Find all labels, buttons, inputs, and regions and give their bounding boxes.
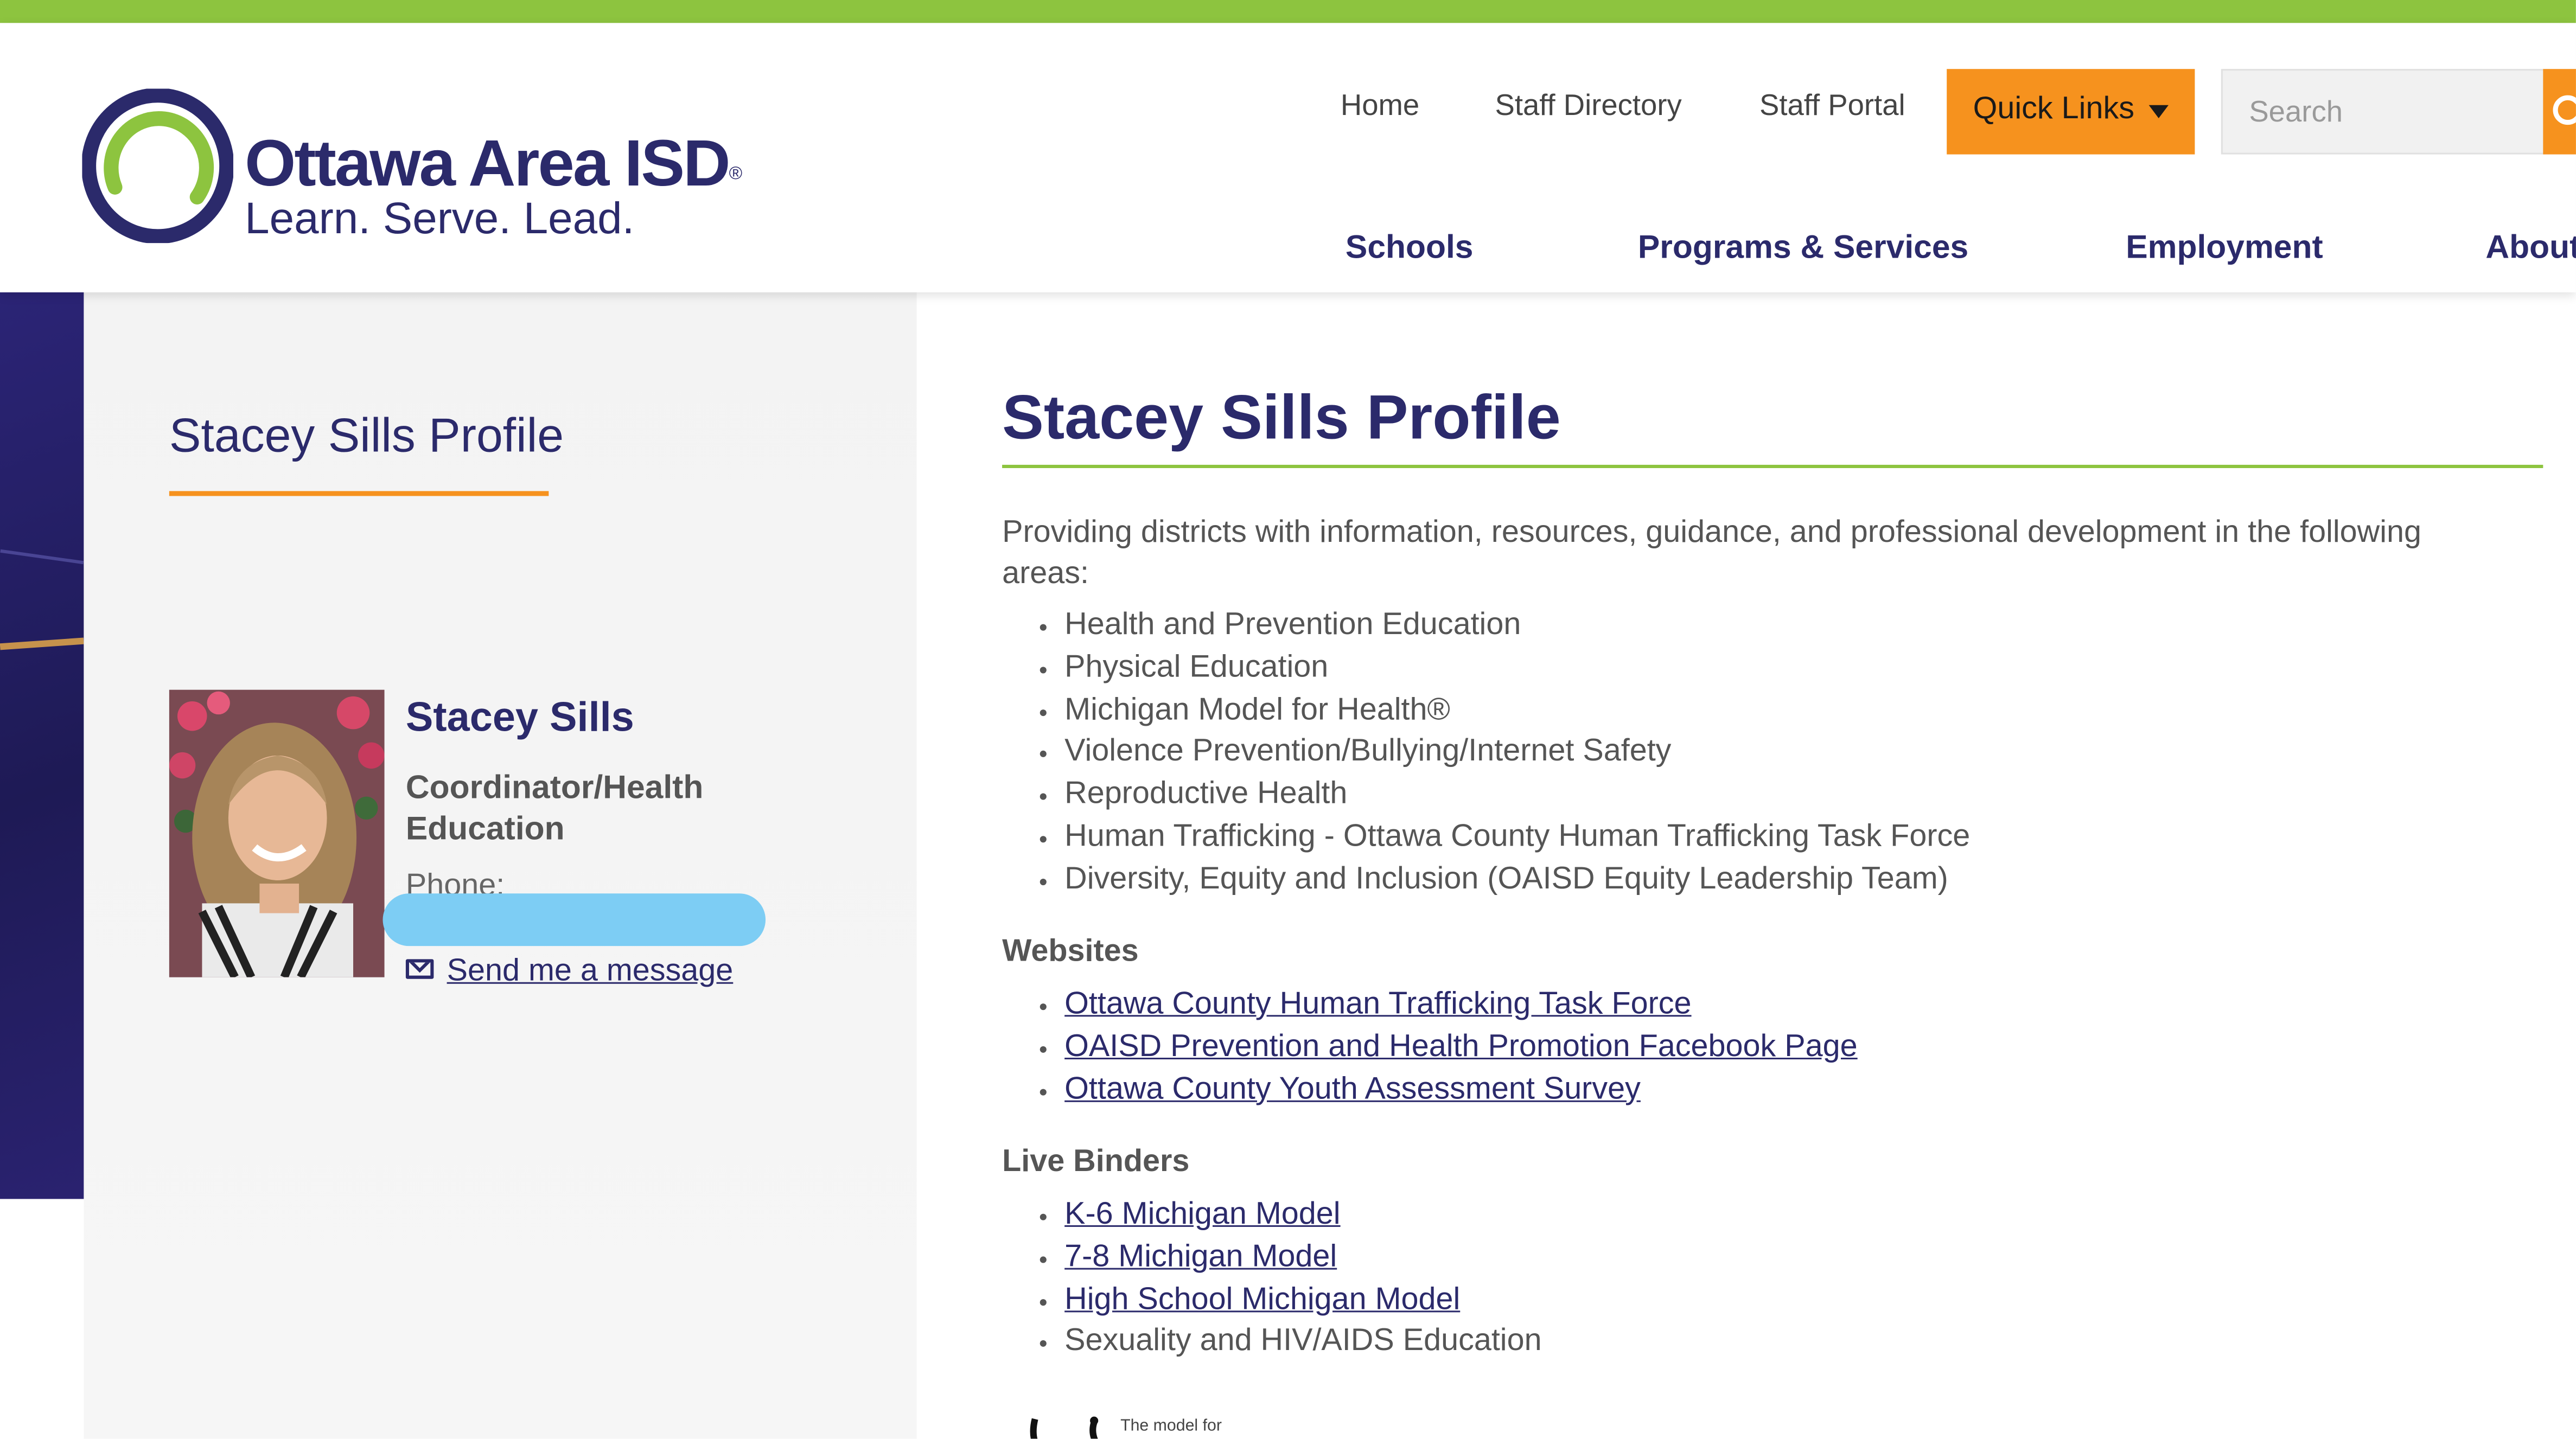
list-item: Health and Prevention Education <box>1064 604 1970 647</box>
focus-areas-list: Health and Prevention Education Physical… <box>1038 604 1970 901</box>
list-item: Human Trafficking - Ottawa County Human … <box>1064 816 1970 859</box>
website-link[interactable]: OAISD Prevention and Health Promotion Fa… <box>1064 1029 1858 1064</box>
nav-link-staff-directory[interactable]: Staff Directory <box>1495 89 1681 124</box>
search-icon <box>2553 95 2576 125</box>
page-title: Stacey Sills Profile <box>1002 384 1561 453</box>
search-input[interactable] <box>2222 71 2545 153</box>
profile-photo <box>169 689 385 977</box>
list-item: Reproductive Health <box>1064 774 1970 816</box>
list-item: Violence Prevention/Bullying/Internet Sa… <box>1064 732 1970 774</box>
list-item: K-6 Michigan Model <box>1064 1194 1541 1236</box>
websites-list: Ottawa County Human Trafficking Task For… <box>1038 984 1858 1111</box>
nav-link-home[interactable]: Home <box>1341 89 1419 124</box>
title-divider <box>1002 464 2543 468</box>
decorative-side-banner <box>0 292 84 1199</box>
logo-swirl-icon <box>82 88 233 244</box>
list-item: High School Michigan Model <box>1064 1279 1541 1321</box>
quick-links-label: Quick Links <box>1973 92 2134 127</box>
profile-name: Stacey Sills <box>405 694 634 741</box>
profile-photo-image <box>169 689 385 977</box>
search-field[interactable] <box>2221 69 2550 155</box>
main-nav-about[interactable]: About <box>2485 230 2576 268</box>
send-message-link[interactable]: Send me a message <box>447 954 734 990</box>
list-item: Michigan Model for Health® <box>1064 689 1970 732</box>
logo-tagline: Learn. Serve. Lead. <box>245 194 635 244</box>
list-item: Ottawa County Human Trafficking Task For… <box>1064 984 1858 1026</box>
website-link[interactable]: Ottawa County Human Trafficking Task For… <box>1064 987 1691 1022</box>
live-binders-heading: Live Binders <box>1002 1144 1190 1180</box>
list-item: OAISD Prevention and Health Promotion Fa… <box>1064 1026 1858 1069</box>
list-item: Ottawa County Youth Assessment Survey <box>1064 1069 1858 1111</box>
list-item: Physical Education <box>1064 647 1970 689</box>
phone-redaction <box>382 893 766 946</box>
intro-paragraph: Providing districts with information, re… <box>1002 515 2421 592</box>
partial-image-caption: The model for <box>1120 1417 1222 1436</box>
binder-link[interactable]: Sexuality and HIV/AIDS Education <box>1064 1325 1541 1359</box>
websites-heading: Websites <box>1002 934 1139 969</box>
website-link[interactable]: Ottawa County Youth Assessment Survey <box>1064 1072 1641 1107</box>
binder-link[interactable]: 7-8 Michigan Model <box>1064 1240 1337 1275</box>
list-item: Sexuality and HIV/AIDS Education <box>1064 1321 1541 1364</box>
main-nav-programs-services[interactable]: Programs & Services <box>1638 230 1968 268</box>
binder-link[interactable]: K-6 Michigan Model <box>1064 1197 1340 1232</box>
main-nav-schools[interactable]: Schools <box>1346 230 1474 268</box>
search-button[interactable] <box>2543 69 2576 155</box>
sidebar-title-underline <box>169 491 549 496</box>
list-item: Diversity, Equity and Inclusion (OAISD E… <box>1064 859 1970 901</box>
profile-job-title: Coordinator/Health Education <box>405 770 704 848</box>
sidebar-title: Stacey Sills Profile <box>169 411 564 463</box>
live-binders-list: K-6 Michigan Model 7-8 Michigan Model Hi… <box>1038 1194 1541 1364</box>
site-logo[interactable]: Ottawa Area ISD® Learn. Serve. Lead. <box>82 88 805 253</box>
nav-link-staff-portal[interactable]: Staff Portal <box>1759 89 1905 124</box>
caret-down-icon <box>2148 105 2169 119</box>
page: Ottawa Area ISD® Learn. Serve. Lead. Hom… <box>0 0 2576 1439</box>
main-nav-employment[interactable]: Employment <box>2126 230 2323 268</box>
site-header: Ottawa Area ISD® Learn. Serve. Lead. Hom… <box>0 23 2576 292</box>
top-accent-bar <box>0 0 2576 23</box>
quick-links-button[interactable]: Quick Links <box>1947 69 2195 155</box>
sidebar: Stacey Sills Profile Stacey Sills Coordi… <box>84 292 917 1439</box>
envelope-icon <box>405 959 434 979</box>
logo-wordmark: Ottawa Area ISD® <box>245 128 742 201</box>
list-item: 7-8 Michigan Model <box>1064 1236 1541 1278</box>
binder-link[interactable]: High School Michigan Model <box>1064 1282 1460 1317</box>
